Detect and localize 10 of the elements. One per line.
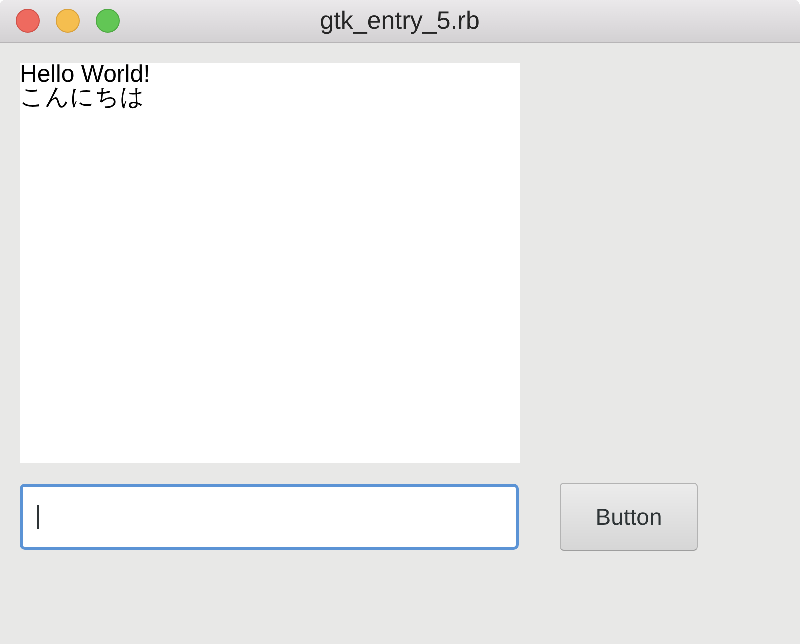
text-cursor-icon [37,505,39,529]
maximize-button[interactable] [96,9,120,33]
button[interactable]: Button [560,483,698,551]
text-line: こんにちは [20,86,145,109]
window-title: gtk_entry_5.rb [320,6,480,36]
close-button[interactable] [16,9,40,33]
text-view-field[interactable]: Hello World! こんにちは [20,63,520,463]
minimize-button[interactable] [56,9,80,33]
text-line: Hello World! [20,63,150,86]
entry-field[interactable] [20,484,519,550]
